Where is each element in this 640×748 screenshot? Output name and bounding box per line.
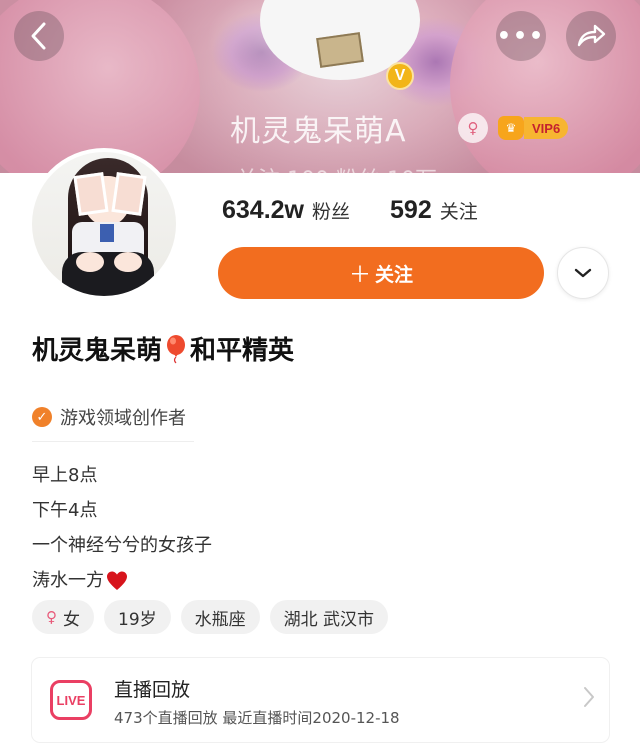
recommend-dropdown-button[interactable] <box>557 247 609 299</box>
live-replay-title: 直播回放 <box>114 679 191 701</box>
back-button[interactable] <box>14 11 64 61</box>
share-icon <box>577 24 606 47</box>
tag-gender: ♀ 女 <box>32 600 94 634</box>
chevron-left-icon <box>31 22 46 50</box>
divider <box>32 441 194 442</box>
female-icon: ♀ <box>46 608 57 626</box>
follow-button[interactable]: ＋ 关注 <box>218 247 544 299</box>
live-replay-subtitle: 473个直播回放 最近直播时间2020-12-18 <box>114 709 400 727</box>
certification-row: ✓ 游戏领域创作者 <box>32 404 186 430</box>
vip-label: VIP6 <box>524 117 569 139</box>
certified-check-icon: ✓ <box>32 407 52 427</box>
chevron-down-icon <box>574 268 592 278</box>
followers-count[interactable]: 634.2w <box>222 196 304 225</box>
certification-text: 游戏领域创作者 <box>60 408 186 429</box>
chevron-right-icon <box>583 686 595 714</box>
avatar[interactable] <box>28 148 180 300</box>
bio-line-last: 涛水一方 <box>32 563 212 598</box>
tag-zodiac: 水瓶座 <box>180 600 260 634</box>
live-icon: LIVE <box>50 680 92 720</box>
banner-profile-name: 机灵鬼呆萌A <box>230 114 407 149</box>
tag-gender-text: 女 <box>63 609 80 630</box>
crown-icon: ♛ <box>498 116 524 140</box>
bio: 早上8点 下午4点 一个神经兮兮的女孩子 涛水一方 <box>32 458 212 598</box>
profile-stats: 634.2w 粉丝 592 关注 <box>222 196 478 225</box>
vip-badge: ♛ VIP6 <box>498 116 569 140</box>
balloon-icon <box>164 334 188 364</box>
plus-icon: ＋ <box>348 263 371 288</box>
more-dots-icon: ••• <box>496 23 546 49</box>
avatar-image <box>32 152 176 296</box>
follow-button-label: 关注 <box>375 263 414 286</box>
tag-location: 湖北 武汉市 <box>269 600 389 634</box>
heart-icon <box>106 570 128 592</box>
tag-age: 19岁 <box>104 600 171 634</box>
following-label[interactable]: 关注 <box>440 197 478 224</box>
profile-tags: ♀ 女 19岁 水瓶座 湖北 武汉市 <box>32 600 398 634</box>
bio-line: 下午4点 <box>32 499 98 521</box>
live-replay-card[interactable]: LIVE 直播回放 473个直播回放 最近直播时间2020-12-18 <box>32 658 609 742</box>
following-count[interactable]: 592 <box>390 196 432 225</box>
share-button[interactable] <box>566 11 616 61</box>
username: 机灵鬼呆萌 和平精英 <box>32 330 294 367</box>
female-icon: ♀ <box>458 113 488 143</box>
box-icon <box>316 32 364 68</box>
more-button[interactable]: ••• <box>496 11 546 61</box>
username-text-2: 和平精英 <box>190 336 295 366</box>
bio-line-text: 涛水一方 <box>32 569 104 591</box>
verified-badge-icon: V <box>386 62 414 90</box>
username-text-1: 机灵鬼呆萌 <box>32 336 163 366</box>
bio-line: 一个神经兮兮的女孩子 <box>32 534 212 556</box>
followers-label[interactable]: 粉丝 <box>312 197 350 224</box>
bio-line: 早上8点 <box>32 464 98 486</box>
